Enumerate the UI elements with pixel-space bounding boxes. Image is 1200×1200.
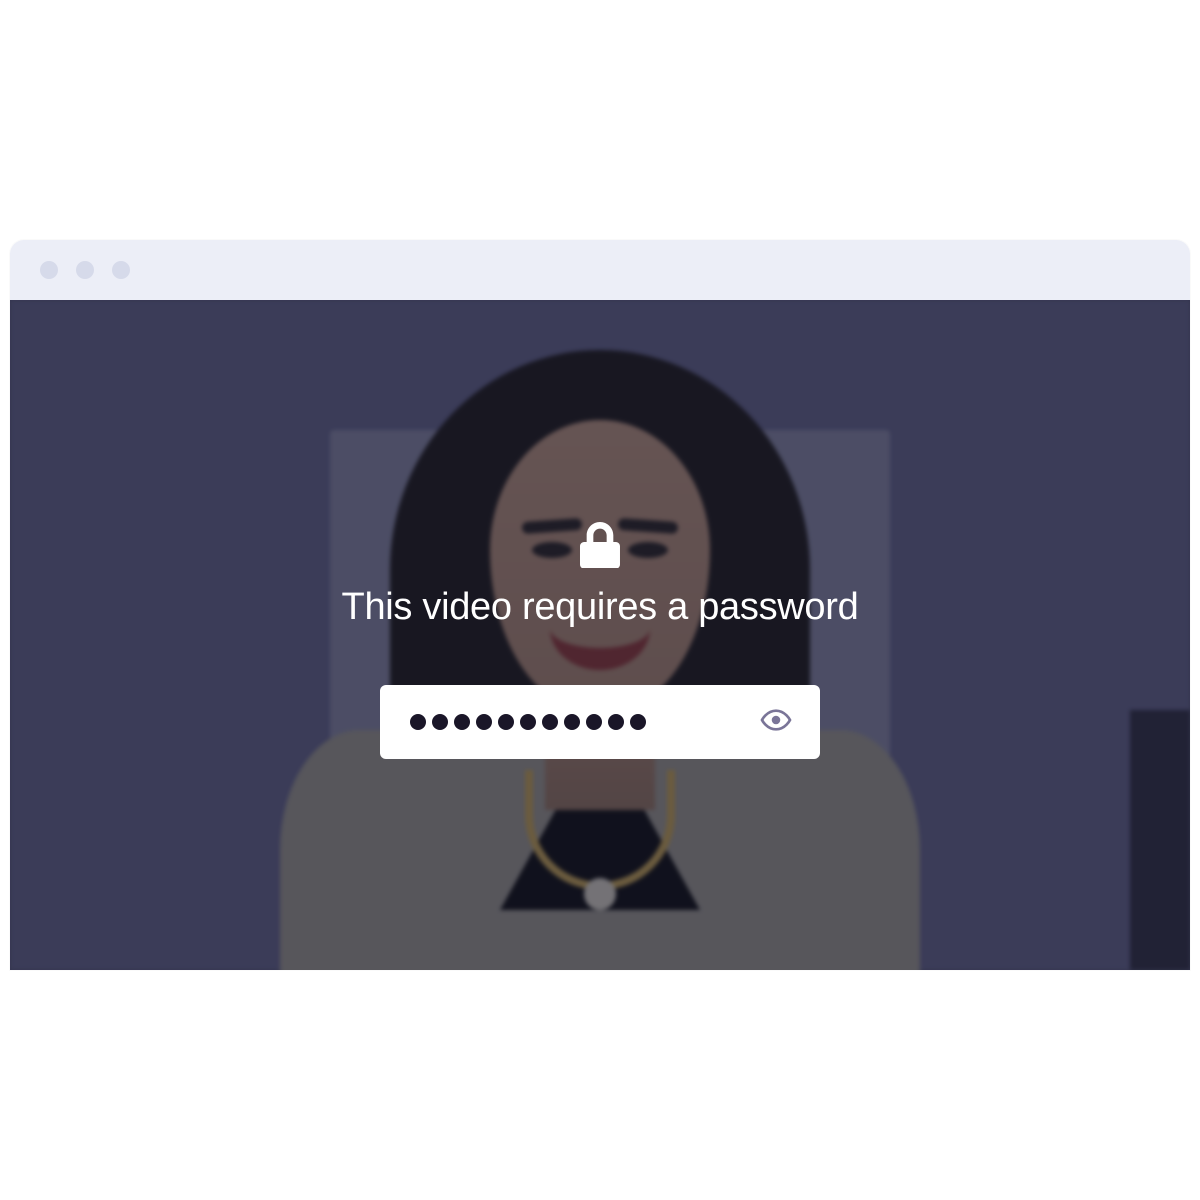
password-gate: This video requires a password [10, 300, 1190, 970]
video-viewport: This video requires a password [10, 300, 1190, 970]
browser-window: This video requires a password [10, 240, 1190, 970]
password-input[interactable] [410, 714, 744, 730]
toggle-password-visibility-button[interactable] [756, 702, 796, 742]
password-field-container [380, 685, 820, 759]
eye-icon [760, 704, 792, 739]
traffic-light-close[interactable] [40, 261, 58, 279]
window-titlebar [10, 240, 1190, 300]
lock-icon [580, 522, 620, 568]
traffic-light-minimize[interactable] [76, 261, 94, 279]
traffic-light-zoom[interactable] [112, 261, 130, 279]
password-prompt-heading: This video requires a password [342, 586, 859, 629]
